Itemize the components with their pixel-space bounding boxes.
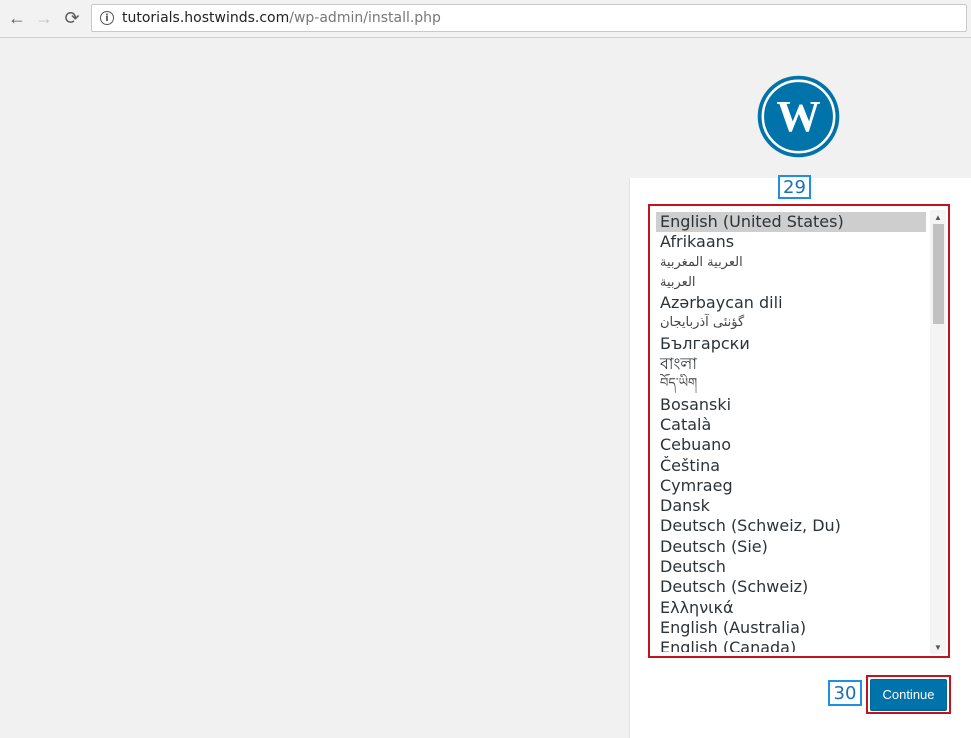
language-option[interactable]: Català <box>656 415 926 435</box>
language-option[interactable]: Deutsch <box>656 557 926 577</box>
language-option[interactable]: Deutsch (Sie) <box>656 537 926 557</box>
language-option[interactable]: Afrikaans <box>656 232 926 252</box>
url-path: /wp-admin/install.php <box>289 10 441 26</box>
language-option[interactable]: العربية المغربية <box>656 253 926 273</box>
language-option[interactable]: Deutsch (Schweiz, Du) <box>656 516 926 536</box>
language-option[interactable]: Cymraeg <box>656 476 926 496</box>
svg-text:W: W <box>776 92 820 141</box>
language-option[interactable]: Cebuano <box>656 435 926 455</box>
back-arrow-icon[interactable]: ← <box>5 6 29 30</box>
language-scrollbar[interactable]: ▲ ▼ <box>930 210 946 654</box>
wordpress-logo-icon: W <box>757 75 840 158</box>
language-option[interactable]: Bosanski <box>656 395 926 415</box>
language-option[interactable]: Deutsch (Schweiz) <box>656 577 926 597</box>
scroll-up-arrow-icon[interactable]: ▲ <box>930 210 946 224</box>
language-select[interactable]: English (United States) Afrikaans العربية … <box>656 212 926 652</box>
language-option[interactable]: Ελληνικά <box>656 598 926 618</box>
language-option[interactable]: English (United States) <box>656 212 926 233</box>
language-option[interactable]: English (Canada) <box>656 638 926 652</box>
url-host: tutorials.hostwinds.com <box>122 10 290 26</box>
language-option[interactable]: Български <box>656 334 926 354</box>
continue-button-highlight: Continue <box>866 675 951 714</box>
language-option[interactable]: گؤنئی آذربایجان <box>656 313 926 333</box>
reload-icon[interactable]: ⟳ <box>60 6 84 30</box>
language-option[interactable]: Čeština <box>656 456 926 476</box>
continue-button[interactable]: Continue <box>870 679 947 710</box>
language-option[interactable]: བོད་ཡིག <box>656 374 926 394</box>
url-text: tutorials.hostwinds.com/wp-admin/install… <box>122 10 441 26</box>
language-option[interactable]: বাংলা <box>656 354 926 374</box>
language-select-highlight: English (United States) Afrikaans العربية … <box>648 204 950 658</box>
scroll-down-arrow-icon[interactable]: ▼ <box>930 640 946 654</box>
scroll-thumb[interactable] <box>933 224 944 324</box>
language-option[interactable]: English (Australia) <box>656 618 926 638</box>
info-icon[interactable]: i <box>100 11 114 25</box>
language-option[interactable]: Azərbaycan dili <box>656 293 926 313</box>
annotation-callout-30: 30 <box>828 680 862 706</box>
language-option[interactable]: العربية <box>656 273 926 293</box>
language-option[interactable]: Dansk <box>656 496 926 516</box>
annotation-callout-29: 29 <box>778 175 811 199</box>
forward-arrow-icon[interactable]: → <box>32 6 56 30</box>
address-bar[interactable]: i tutorials.hostwinds.com/wp-admin/insta… <box>91 4 967 32</box>
browser-toolbar: ← → ⟳ i tutorials.hostwinds.com/wp-admin… <box>0 0 971 38</box>
